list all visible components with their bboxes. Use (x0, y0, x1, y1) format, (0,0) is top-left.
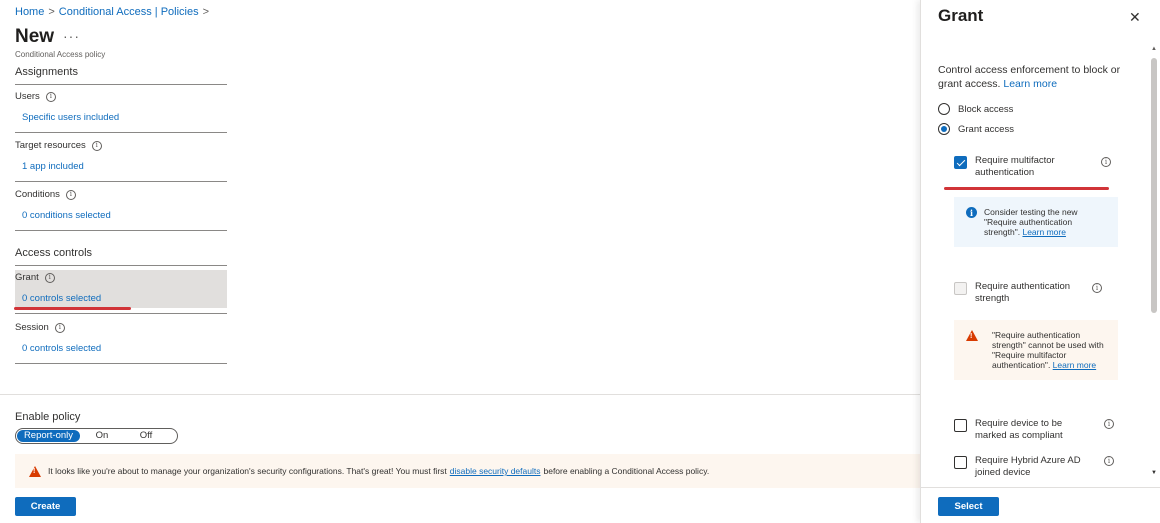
scroll-down-icon[interactable]: ▼ (1151, 470, 1157, 476)
info-icon: i (966, 207, 977, 218)
mfa-info-text: Consider testing the new "Require authen… (984, 207, 1110, 237)
users-label: Users i (15, 91, 56, 102)
grant-access-label: Grant access (958, 123, 1014, 135)
block-access-option[interactable]: Block access (938, 103, 1013, 115)
disable-security-defaults-link[interactable]: disable security defaults (450, 466, 541, 476)
page-title: New (15, 26, 55, 47)
require-hybrid-label: Require Hybrid Azure AD joined device (975, 455, 1081, 478)
page-subtitle: Conditional Access policy (15, 50, 106, 59)
info-icon[interactable]: i (1104, 419, 1114, 429)
session-label-text: Session (15, 322, 49, 333)
panel-title: Grant (938, 6, 984, 25)
checkbox-disabled (954, 282, 967, 295)
divider (15, 132, 227, 133)
enable-policy-label: Enable policy (15, 411, 81, 423)
grant-label: Grant i (15, 272, 55, 283)
assignments-heading: Assignments (15, 66, 78, 78)
panel-footer-divider (921, 487, 1160, 488)
toggle-report-only[interactable]: Report-only (17, 430, 80, 442)
more-options-icon[interactable]: ··· (63, 28, 80, 44)
info-icon[interactable]: i (54, 322, 65, 333)
auth-strength-warning: "Require authentication strength" cannot… (954, 320, 1118, 380)
grant-label-text: Grant (15, 272, 39, 283)
checkbox-checked[interactable] (954, 156, 967, 169)
target-resources-label: Target resources i (15, 140, 102, 151)
toggle-off[interactable]: Off (124, 430, 168, 442)
block-access-label: Block access (958, 103, 1014, 115)
require-auth-strength-option[interactable]: Require authentication strength (954, 281, 1114, 305)
target-resources-label-text: Target resources (15, 140, 86, 151)
divider (15, 84, 227, 85)
grant-value-link[interactable]: 0 controls selected (22, 293, 101, 304)
divider (15, 313, 227, 314)
require-compliant-label: Require device to be marked as compliant (975, 418, 1063, 441)
warning-icon (29, 465, 41, 477)
grant-access-option[interactable]: Grant access (938, 123, 1014, 135)
breadcrumb-separator: > (202, 6, 210, 18)
users-label-text: Users (15, 91, 40, 102)
divider (15, 181, 227, 182)
select-button[interactable]: Select (938, 497, 999, 516)
mfa-info-message: i Consider testing the new "Require auth… (954, 197, 1118, 247)
breadcrumb: Home > Conditional Access | Policies > (15, 6, 213, 18)
auth-warning-text: "Require authentication strength" cannot… (992, 330, 1110, 370)
panel-scrollbar[interactable]: ▲ ▼ (1150, 46, 1158, 480)
warning-text-after: before enabling a Conditional Access pol… (543, 466, 710, 476)
red-underline-annotation (944, 187, 1109, 190)
checkbox[interactable] (954, 456, 967, 469)
divider (15, 363, 227, 364)
divider (15, 265, 227, 266)
info-icon[interactable]: i (1101, 157, 1111, 167)
footer-divider (0, 394, 920, 395)
info-icon[interactable]: i (44, 272, 55, 283)
checkbox[interactable] (954, 419, 967, 432)
grant-panel: Grant ✕ Control access enforcement to bl… (920, 0, 1160, 523)
red-underline-annotation (14, 307, 131, 310)
conditions-label: Conditions i (15, 189, 76, 200)
breadcrumb-home[interactable]: Home (15, 6, 44, 18)
radio-button[interactable] (938, 103, 950, 115)
require-compliant-option[interactable]: Require device to be marked as compliant (954, 418, 1114, 442)
radio-button-checked[interactable] (938, 123, 950, 135)
info-icon[interactable]: i (1092, 283, 1102, 293)
create-button[interactable]: Create (15, 497, 76, 516)
session-value-link[interactable]: 0 controls selected (22, 343, 101, 354)
session-label: Session i (15, 322, 65, 333)
info-icon[interactable]: i (45, 91, 56, 102)
require-hybrid-option[interactable]: Require Hybrid Azure AD joined device (954, 455, 1114, 479)
warning-text-before: It looks like you're about to manage you… (48, 466, 447, 476)
require-mfa-label: Require multifactor authentication (975, 155, 1055, 178)
breadcrumb-separator: > (48, 6, 55, 18)
scroll-thumb[interactable] (1151, 58, 1157, 313)
panel-description: Control access enforcement to block or g… (938, 63, 1138, 91)
info-icon[interactable]: i (91, 140, 102, 151)
toggle-on[interactable]: On (80, 430, 124, 442)
target-resources-value-link[interactable]: 1 app included (22, 161, 84, 172)
info-icon[interactable]: i (1104, 456, 1114, 466)
enable-policy-toggle[interactable]: Report-only On Off (15, 428, 178, 444)
breadcrumb-policies[interactable]: Conditional Access | Policies (59, 6, 199, 18)
conditions-value-link[interactable]: 0 conditions selected (22, 210, 111, 221)
learn-more-link[interactable]: Learn more (1022, 227, 1065, 237)
info-icon[interactable]: i (65, 189, 76, 200)
divider (15, 230, 227, 231)
require-auth-strength-label: Require authentication strength (975, 281, 1071, 304)
security-defaults-warning: It looks like you're about to manage you… (15, 454, 920, 488)
scroll-up-icon[interactable]: ▲ (1151, 46, 1157, 52)
users-value-link[interactable]: Specific users included (22, 112, 119, 123)
warning-icon (966, 330, 978, 342)
learn-more-link[interactable]: Learn more (1053, 360, 1096, 370)
require-mfa-option[interactable]: Require multifactor authentication (954, 155, 1114, 179)
conditions-label-text: Conditions (15, 189, 60, 200)
close-icon[interactable]: ✕ (1129, 9, 1141, 26)
access-controls-heading: Access controls (15, 247, 93, 259)
learn-more-link[interactable]: Learn more (1003, 78, 1057, 90)
